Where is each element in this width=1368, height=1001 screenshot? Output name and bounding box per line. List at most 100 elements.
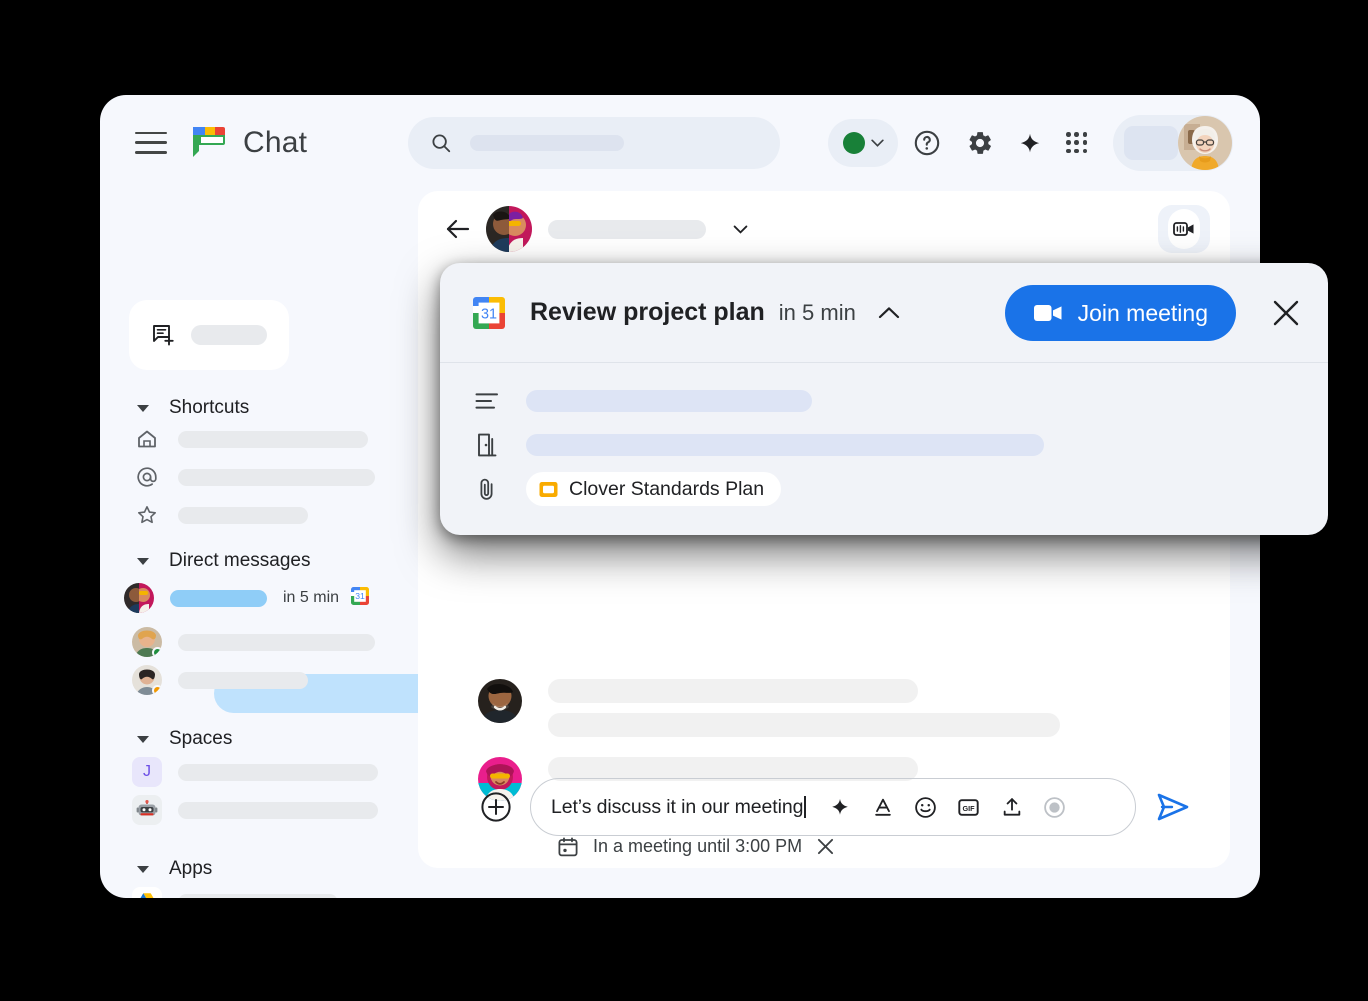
app-brand: Chat [189, 125, 307, 161]
close-icon[interactable] [817, 838, 834, 855]
sidebar-item-mentions[interactable] [130, 458, 375, 496]
screenshot-stage: Chat [0, 0, 1368, 1001]
new-chat-button[interactable] [129, 300, 289, 370]
join-meeting-button[interactable]: Join meeting [1005, 285, 1236, 341]
start-video-call-button[interactable] [1158, 205, 1210, 253]
close-icon[interactable] [1272, 299, 1300, 327]
status-banner-text: In a meeting until 3:00 PM [593, 836, 802, 857]
sidebar-item-space-j[interactable]: J [130, 753, 378, 791]
composer-icons: GIF [828, 795, 1067, 819]
meeting-attachment-row: Clover Standards Plan [440, 467, 1328, 511]
avatar[interactable] [1178, 116, 1232, 170]
meeting-time: in 5 min [779, 300, 856, 326]
sidebar-item-home[interactable] [130, 420, 368, 458]
conversation-header [418, 191, 1230, 267]
presence-indicator [152, 647, 162, 657]
emoji-icon[interactable] [914, 795, 938, 819]
sidebar-item-label [178, 672, 308, 689]
meeting-description-row [440, 379, 1328, 423]
avatar-person[interactable] [478, 679, 522, 723]
sidebar-item-label [178, 431, 368, 448]
meeting-room-placeholder [526, 434, 1044, 456]
sidebar-item-space-bot[interactable] [130, 791, 378, 829]
message-line [548, 713, 1060, 737]
avatar-person [130, 665, 164, 695]
attachment-label: Clover Standards Plan [569, 478, 764, 501]
record-icon[interactable] [1043, 795, 1067, 819]
chevron-down-icon[interactable] [733, 225, 748, 234]
sidebar-item-dm-3[interactable] [130, 661, 308, 699]
caret-down-icon [137, 866, 149, 873]
sidebar-item-label [178, 894, 338, 899]
status-banner: In a meeting until 3:00 PM [558, 836, 834, 857]
video-camera-icon [1033, 302, 1063, 324]
top-bar: Chat [100, 95, 1260, 190]
section-header-spaces[interactable]: Spaces [137, 728, 232, 750]
gif-icon[interactable]: GIF [957, 795, 981, 819]
section-title: Shortcuts [169, 397, 249, 419]
apps-grid-icon[interactable] [1057, 123, 1097, 163]
text-cursor [804, 796, 806, 818]
home-icon [130, 427, 164, 451]
search-bar[interactable] [408, 117, 780, 169]
back-arrow-icon[interactable] [446, 218, 470, 240]
message-input-value: Let’s discuss it in our meeting [551, 796, 803, 819]
section-header-direct-messages[interactable]: Direct messages [137, 550, 311, 572]
star-icon [130, 503, 164, 527]
message-line [548, 679, 918, 703]
format-text-icon[interactable] [871, 795, 895, 819]
chevron-down-icon [871, 139, 884, 147]
meeting-room-row [440, 423, 1328, 467]
hamburger-menu-icon[interactable] [135, 132, 167, 154]
message-input[interactable]: Let’s discuss it in our meeting [530, 778, 1136, 836]
caret-down-icon [137, 405, 149, 412]
conversation-title [548, 220, 706, 239]
presence-status-button[interactable] [828, 119, 898, 167]
calendar-icon: 31 [350, 586, 370, 611]
sidebar-item-app-drive[interactable] [130, 883, 338, 898]
avatar-pair[interactable] [486, 206, 532, 252]
sidebar-item-label [178, 507, 308, 524]
presence-dot-icon [843, 132, 865, 154]
send-icon[interactable] [1156, 790, 1190, 824]
message-composer: Let’s discuss it in our meeting [480, 778, 1190, 836]
new-chat-label [191, 325, 267, 345]
account-chip[interactable] [1113, 115, 1233, 171]
avatar-person [130, 627, 164, 657]
sidebar-item-meta: in 5 min [283, 589, 339, 607]
sparkle-icon[interactable] [828, 795, 852, 819]
mention-icon [130, 465, 164, 489]
new-chat-icon [151, 323, 175, 347]
help-circle-icon[interactable] [907, 123, 947, 163]
chevron-up-icon[interactable] [878, 306, 900, 319]
attachment-chip[interactable]: Clover Standards Plan [526, 472, 781, 506]
google-chat-logo [189, 125, 227, 161]
join-meeting-label: Join meeting [1078, 300, 1208, 327]
gear-icon[interactable] [960, 123, 1000, 163]
room-icon [472, 433, 502, 457]
upload-icon[interactable] [1000, 795, 1024, 819]
google-slides-icon [539, 480, 558, 499]
search-input[interactable] [470, 135, 624, 151]
sidebar-item-label [178, 764, 378, 781]
sidebar-item-label [178, 802, 378, 819]
sidebar: Shortcuts [100, 190, 400, 898]
sidebar-item-label [170, 590, 267, 607]
presence-indicator [152, 685, 162, 695]
svg-text:31: 31 [481, 306, 497, 322]
sparkle-icon[interactable] [1010, 123, 1050, 163]
plus-circle-icon[interactable] [480, 791, 512, 823]
svg-text:31: 31 [355, 591, 365, 601]
meeting-card-header: 31 Review project plan in 5 min Join mee… [440, 263, 1328, 363]
sidebar-item-dm-2[interactable] [130, 623, 375, 661]
sidebar-item-starred[interactable] [130, 496, 308, 534]
meeting-card-body: Clover Standards Plan [440, 363, 1328, 511]
meeting-description-placeholder [526, 390, 812, 412]
section-header-apps[interactable]: Apps [137, 858, 212, 880]
sidebar-item-dm-selected-content[interactable]: in 5 min 31 [122, 579, 370, 617]
caret-down-icon [137, 736, 149, 743]
meeting-title: Review project plan [530, 298, 765, 327]
search-icon [430, 132, 452, 154]
caret-down-icon [137, 558, 149, 565]
section-header-shortcuts[interactable]: Shortcuts [137, 397, 249, 419]
